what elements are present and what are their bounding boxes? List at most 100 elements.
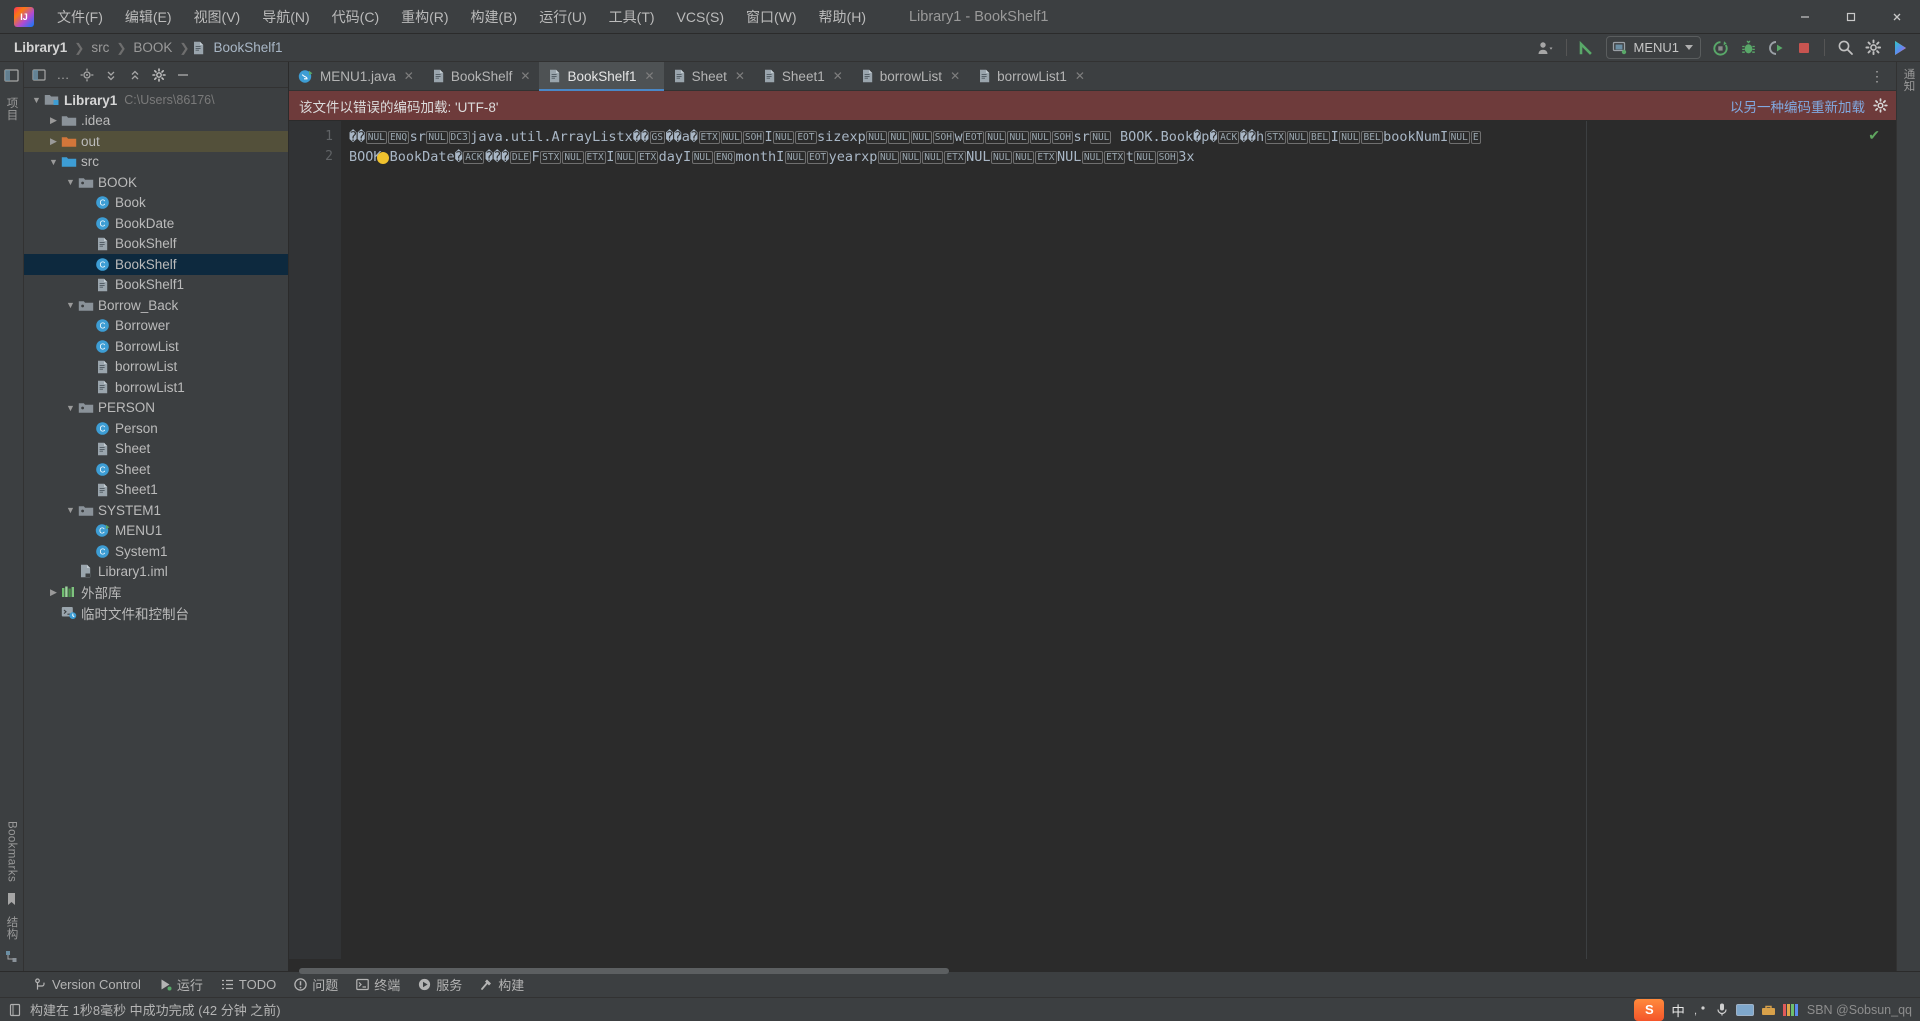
chevron-down-icon[interactable]: ▼	[30, 95, 43, 105]
code-content[interactable]: �� NUL ENQ sr NUL DC3 java.util.ArrayListx�� GS…	[349, 127, 1586, 167]
tree-node-book[interactable]: C Book	[24, 193, 288, 214]
tool-window-button-问题[interactable]: 问题	[286, 973, 346, 996]
more-options-icon[interactable]: …	[52, 65, 74, 85]
project-settings-icon[interactable]	[148, 65, 170, 85]
tab-list-more-icon[interactable]: ⋮	[1864, 64, 1890, 88]
tree-node-borrowlist[interactable]: C BorrowList	[24, 336, 288, 357]
editor-tab-bookshelf1[interactable]: BookShelf1 ✕	[539, 62, 664, 91]
tree-node-bookdate[interactable]: C BookDate	[24, 213, 288, 234]
breadcrumb-item-3[interactable]: BookShelf1	[209, 38, 286, 57]
breadcrumb-item-0[interactable]: Library1	[10, 38, 71, 57]
updates-arrow-icon[interactable]	[1574, 36, 1600, 60]
tree-node-borrower[interactable]: C Borrower	[24, 316, 288, 337]
menu-item-2[interactable]: 视图(V)	[183, 3, 252, 31]
tab-close-icon[interactable]: ✕	[645, 69, 655, 83]
menu-item-7[interactable]: 运行(U)	[528, 3, 597, 31]
tab-close-icon[interactable]: ✕	[833, 69, 843, 83]
chevron-down-icon[interactable]: ▼	[64, 300, 77, 310]
tab-close-icon[interactable]: ✕	[1075, 69, 1085, 83]
tree-node--[interactable]: 临时文件和控制台	[24, 603, 288, 624]
editor-tab-menu1-java[interactable]: MENU1.java ✕	[289, 62, 423, 90]
editor-tab-borrowlist1[interactable]: borrowList1 ✕	[969, 62, 1094, 90]
tree-node-system1[interactable]: C System1	[24, 541, 288, 562]
menu-item-3[interactable]: 导航(N)	[251, 3, 320, 31]
reload-in-another-encoding-link[interactable]: 以另一种编码重新加载	[1730, 96, 1865, 116]
project-toolwindow-icon[interactable]	[4, 68, 19, 83]
structure-icon[interactable]	[5, 950, 18, 963]
chevron-right-icon[interactable]: ▶	[47, 136, 60, 147]
menu-item-8[interactable]: 工具(T)	[598, 3, 666, 31]
tree-node-sheet1[interactable]: Sheet1	[24, 480, 288, 501]
bookmark-flag-icon[interactable]	[5, 892, 18, 906]
menu-item-1[interactable]: 编辑(E)	[114, 3, 183, 31]
editor-tab-sheet[interactable]: Sheet ✕	[664, 62, 754, 90]
close-button[interactable]	[1874, 0, 1920, 34]
search-everywhere-icon[interactable]	[1832, 36, 1858, 60]
tree-node-out[interactable]: ▶ out	[24, 131, 288, 152]
tree-node-bookshelf[interactable]: BookShelf	[24, 234, 288, 255]
collapse-all-icon[interactable]	[124, 65, 146, 85]
sogou-ime-logo-icon[interactable]: S	[1634, 998, 1665, 1021]
ide-assistant-icon[interactable]	[1888, 36, 1914, 60]
tree-node-system1[interactable]: ▼ SYSTEM1	[24, 500, 288, 521]
left-strip-label-bookmarks[interactable]: Bookmarks	[6, 821, 18, 882]
settings-gear-icon[interactable]	[1860, 36, 1886, 60]
editor-tab-sheet1[interactable]: Sheet1 ✕	[754, 62, 852, 90]
tree-node-sheet[interactable]: Sheet	[24, 439, 288, 460]
keyboard-icon[interactable]	[1735, 1003, 1754, 1016]
tree-node-borrowlist[interactable]: borrowList	[24, 357, 288, 378]
left-strip-label-project[interactable]: 项目	[4, 97, 20, 121]
menu-item-5[interactable]: 重构(R)	[390, 3, 459, 31]
menu-item-4[interactable]: 代码(C)	[321, 3, 390, 31]
comma-icon[interactable]: ,	[1692, 1003, 1708, 1017]
tool-window-button-服务[interactable]: 服务	[410, 973, 470, 996]
breadcrumb-item-2[interactable]: BOOK	[129, 38, 176, 57]
run-coverage-icon[interactable]	[1763, 36, 1789, 60]
no-errors-check-icon[interactable]: ✔	[1868, 127, 1880, 144]
tree-node-bookshelf[interactable]: C BookShelf	[24, 254, 288, 275]
tree-node-borrowlist1[interactable]: borrowList1	[24, 377, 288, 398]
project-tree[interactable]: ▼ Library1 C:\Users\86176\ ▶ .idea ▶ out ▼ src ▼ B…	[24, 88, 288, 971]
tree-node-library1[interactable]: ▼ Library1 C:\Users\86176\	[24, 90, 288, 111]
tab-close-icon[interactable]: ✕	[950, 69, 960, 83]
tree-node-bookshelf1[interactable]: BookShelf1	[24, 275, 288, 296]
editor-tab-bookshelf[interactable]: BookShelf ✕	[423, 62, 540, 90]
ime-mode-chinese[interactable]: 中	[1671, 1000, 1685, 1020]
stop-icon[interactable]	[1791, 36, 1817, 60]
chevron-down-icon[interactable]: ▼	[64, 177, 77, 187]
left-strip-label-structure[interactable]: 结构	[4, 916, 20, 940]
tool-window-button-构建[interactable]: 构建	[472, 973, 532, 996]
toolbox-icon[interactable]	[1761, 1003, 1776, 1017]
chevron-down-icon[interactable]: ▼	[64, 505, 77, 515]
tree-node--[interactable]: ▶ 外部库	[24, 582, 288, 603]
tree-node-borrow-back[interactable]: ▼ Borrow_Back	[24, 295, 288, 316]
chevron-right-icon[interactable]: ▶	[47, 587, 60, 598]
chevron-down-icon[interactable]: ▼	[64, 403, 77, 413]
maximize-button[interactable]	[1828, 0, 1874, 34]
run-icon[interactable]	[1707, 36, 1733, 60]
tree-node-menu1[interactable]: C MENU1	[24, 521, 288, 542]
debug-icon[interactable]	[1735, 36, 1761, 60]
menu-item-9[interactable]: VCS(S)	[666, 5, 735, 29]
right-strip-label-notifications[interactable]: 通知	[1901, 68, 1917, 92]
tool-window-button-运行[interactable]: 运行	[151, 973, 211, 996]
tab-close-icon[interactable]: ✕	[735, 69, 745, 83]
tree-node-person[interactable]: ▼ PERSON	[24, 398, 288, 419]
tree-node-library1-iml[interactable]: Library1.iml	[24, 562, 288, 583]
account-icon[interactable]	[1533, 36, 1559, 60]
code-pane[interactable]: �� NUL ENQ sr NUL DC3 java.util.ArrayListx�� GS…	[341, 121, 1586, 959]
mic-icon[interactable]	[1715, 1002, 1729, 1017]
menu-item-11[interactable]: 帮助(H)	[808, 3, 877, 31]
tree-node--idea[interactable]: ▶ .idea	[24, 111, 288, 132]
minimize-button[interactable]	[1782, 0, 1828, 34]
project-widget-icon[interactable]	[28, 65, 50, 85]
event-log-icon[interactable]	[8, 1003, 22, 1017]
tool-window-button-todo[interactable]: TODO	[213, 975, 284, 994]
expand-all-icon[interactable]	[100, 65, 122, 85]
palette-icon[interactable]	[1782, 1003, 1798, 1016]
chevron-right-icon[interactable]: ▶	[47, 115, 60, 126]
menu-item-6[interactable]: 构建(B)	[460, 3, 529, 31]
tree-node-person[interactable]: C Person	[24, 418, 288, 439]
tool-window-button-version-control[interactable]: Version Control	[26, 975, 149, 994]
banner-settings-gear-icon[interactable]	[1873, 98, 1888, 113]
